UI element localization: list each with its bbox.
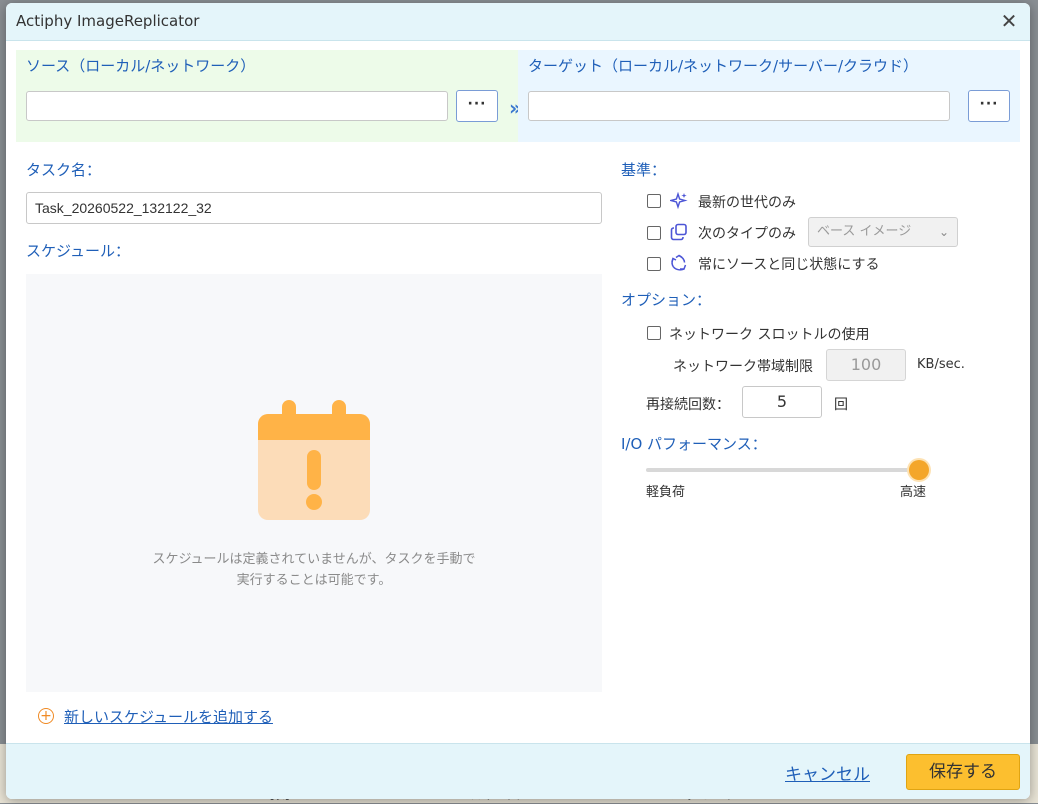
bandwidth-limit-label: ネットワーク帯域制限 [673,359,813,375]
dialog-footer: キャンセル 保存する [6,743,1030,799]
replicator-dialog: Actiphy ImageReplicator ✕ ソース（ローカル/ネットワー… [6,3,1030,799]
target-title: ターゲット（ローカル/ネットワーク/サーバー/クラウド） [528,57,919,75]
image-type-select[interactable]: ベース イメージ ⌄ [808,217,958,247]
options-label: オプション： [621,291,712,309]
plus-circle-icon: + [38,708,54,724]
empty-schedule-message: スケジュールは定義されていませんが、タスクを手動で 実行することは可能です。 [26,549,602,591]
network-throttle-checkbox[interactable] [647,326,661,340]
add-schedule-link[interactable]: + 新しいスケジュールを追加する [38,705,273,727]
retry-count-label: 再接続回数： [646,397,730,413]
source-browse-button[interactable]: ··· [456,90,498,122]
image-type-select-value: ベース イメージ [817,224,912,239]
bandwidth-input[interactable]: 100 [826,349,906,381]
io-performance-slider-thumb[interactable] [909,460,929,480]
network-throttle-label: ネットワーク スロットルの使用 [669,327,870,343]
latest-generation-label: 最新の世代のみ [698,195,796,211]
latest-generation-checkbox[interactable] [647,194,661,208]
empty-schedule-line1: スケジュールは定義されていませんが、タスクを手動で [152,552,476,567]
io-min-label: 軽負荷 [646,485,686,500]
schedule-label: スケジュール： [26,242,130,260]
task-name-input[interactable] [26,192,602,224]
save-button[interactable]: 保存する [906,754,1020,790]
mirror-source-checkbox[interactable] [647,257,661,271]
io-max-label: 高速 [900,485,927,500]
recycle-icon [671,254,687,271]
title-bar: Actiphy ImageReplicator ✕ [6,3,1030,41]
target-browse-button[interactable]: ··· [968,90,1010,122]
criteria-label: 基準： [621,161,667,179]
schedule-list: スケジュールは定義されていませんが、タスクを手動で 実行することは可能です。 [26,274,602,692]
target-panel: ターゲット（ローカル/ネットワーク/サーバー/クラウド） ··· [518,50,1020,142]
io-performance-slider-track[interactable] [646,468,918,472]
source-panel: ソース（ローカル/ネットワーク） ··· [16,50,518,142]
empty-schedule-line2: 実行することは可能です。 [236,573,392,588]
close-icon[interactable]: ✕ [996,8,1022,34]
calendar-warning-icon [258,400,370,520]
retry-count-input[interactable]: 5 [742,386,822,418]
bandwidth-unit: KB/sec. [917,357,965,372]
type-only-label: 次のタイプのみ [698,226,796,242]
io-performance-label: I/O パフォーマンス： [621,435,767,453]
type-only-checkbox[interactable] [647,226,661,240]
source-title: ソース（ローカル/ネットワーク） [26,57,256,75]
window-title: Actiphy ImageReplicator [16,12,200,30]
mirror-source-label: 常にソースと同じ状態にする [698,257,880,273]
source-path-input[interactable] [26,91,448,121]
retry-count-unit: 回 [834,397,848,413]
add-schedule-label: 新しいスケジュールを追加する [64,707,273,726]
copy-icon [670,223,687,241]
cancel-button[interactable]: キャンセル [785,760,870,785]
task-name-label: タスク名： [26,161,102,179]
target-path-input[interactable] [528,91,950,121]
sparkle-icon [670,192,688,210]
chevron-down-icon: ⌄ [938,225,949,239]
